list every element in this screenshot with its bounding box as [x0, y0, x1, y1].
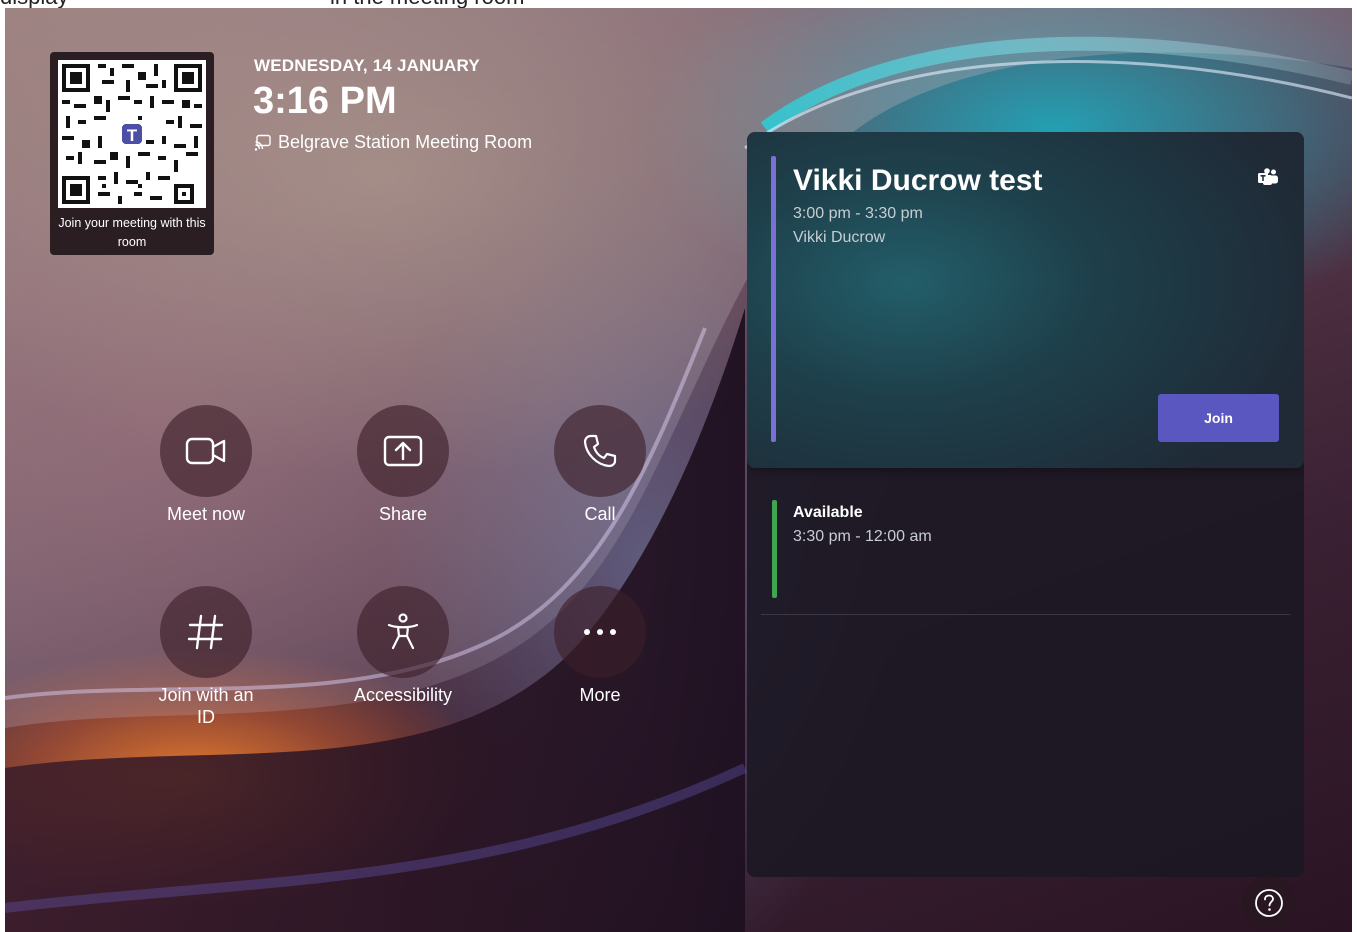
meet-now-button[interactable]: Meet now [126, 405, 286, 525]
agenda-divider [761, 614, 1290, 615]
clock-time: 3:16 PM [253, 80, 397, 122]
join-with-id-label: Join with an ID [158, 685, 254, 727]
agenda-panel: Vikki Ducrow test 3:00 pm - 3:30 pm Vikk… [747, 132, 1304, 877]
meeting-accent-bar [771, 156, 776, 442]
meet-now-circle[interactable] [160, 405, 252, 497]
more-button[interactable]: More [520, 586, 680, 706]
call-label: Call [584, 504, 616, 524]
availability-title: Available [793, 504, 863, 521]
meeting-time: 3:00 pm - 3:30 pm [793, 205, 923, 222]
date-label: WEDNESDAY, 14 JANUARY [254, 56, 480, 75]
accessibility-circle[interactable] [357, 586, 449, 678]
svg-text:T: T [127, 126, 138, 145]
more-icon [584, 629, 616, 635]
help-button[interactable] [1242, 876, 1296, 930]
more-label: More [579, 685, 621, 705]
accessibility-label: Accessibility [353, 685, 453, 705]
call-circle[interactable] [554, 405, 646, 497]
top-strip-text-right: in the meeting room [330, 0, 524, 8]
room-name-row: Belgrave Station Meeting Room [254, 132, 532, 153]
join-with-id-circle[interactable] [160, 586, 252, 678]
meeting-card[interactable]: Vikki Ducrow test 3:00 pm - 3:30 pm Vikk… [747, 132, 1304, 468]
phone-icon [583, 434, 617, 468]
meeting-title: Vikki Ducrow test [793, 164, 1043, 197]
join-meeting-button[interactable]: Join [1158, 394, 1279, 442]
help-icon [1255, 889, 1283, 917]
top-text-strip: display in the meeting room [0, 0, 1357, 8]
teams-icon [1258, 168, 1278, 185]
accessibility-icon [387, 613, 419, 650]
share-label: Share [378, 504, 428, 524]
hash-icon [187, 614, 224, 650]
meeting-organizer: Vikki Ducrow [793, 229, 886, 246]
teams-room-home-screen: T Join your meeting with this room WEDNE… [5, 8, 1352, 932]
room-name: Belgrave Station Meeting Room [278, 132, 533, 152]
share-screen-icon [383, 435, 423, 467]
accessibility-button[interactable]: Accessibility [323, 586, 483, 706]
meet-now-label: Meet now [166, 504, 246, 524]
availability-time: 3:30 pm - 12:00 am [793, 528, 932, 545]
qr-caption: Join your meeting with this room [58, 216, 206, 249]
share-button[interactable]: Share [323, 405, 483, 525]
more-circle[interactable] [554, 586, 646, 678]
video-camera-icon [185, 437, 226, 465]
call-button[interactable]: Call [520, 405, 680, 525]
share-circle[interactable] [357, 405, 449, 497]
qr-code: T [58, 60, 206, 208]
cast-icon [254, 134, 271, 151]
available-accent-bar [772, 500, 777, 598]
top-strip-text-left: display [0, 0, 68, 8]
join-with-id-button[interactable]: Join with an ID [126, 586, 286, 728]
qr-join-card: T Join your meeting with this room [50, 52, 214, 255]
